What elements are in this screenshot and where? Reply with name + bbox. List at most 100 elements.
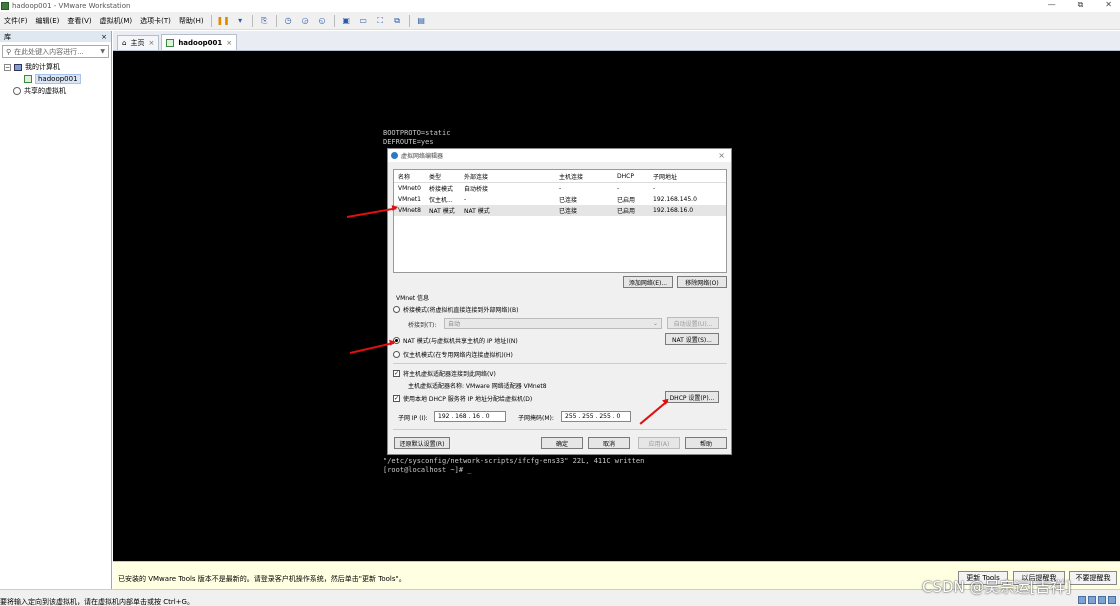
snapshot-icon[interactable]: ◷ (282, 15, 295, 27)
send-ctrl-alt-del-icon[interactable]: ⎘ (258, 15, 271, 27)
dropdown-icon[interactable]: ▾ (234, 15, 247, 27)
ok-button[interactable]: 确定 (541, 437, 583, 449)
dialog-title: 虚拟网络编辑器 (401, 153, 444, 160)
bridge-to-value: 自动 (448, 321, 461, 328)
connect-adapter-checkbox[interactable]: ✓ (393, 369, 400, 377)
vmnet-info-label: VMnet 信息 (396, 295, 430, 302)
help-button[interactable]: 帮助 (685, 437, 727, 449)
subnet-mask-label: 子网掩码(M): (518, 415, 554, 422)
library-panel: 库 × ⚲ 在此处键入内容进行... ▼ − 我的计算机 hadoop001 共… (0, 31, 112, 589)
thumbnail-bar-icon[interactable]: ▭ (357, 15, 370, 27)
toolbar-separator (408, 14, 410, 27)
hard-disk-icon[interactable] (1078, 596, 1086, 604)
tab-home[interactable]: ⌂ 主页 × (117, 35, 160, 50)
bridge-mode-label: 桥接模式(将虚拟机直接连接到外部网络)(B) (403, 306, 519, 314)
network-adapter-icon[interactable] (1088, 596, 1096, 604)
cell: 已启用 (617, 208, 636, 215)
divider (393, 363, 727, 364)
show-library-icon[interactable]: ▣ (340, 15, 353, 27)
connect-adapter-option[interactable]: ✓ 将主机虚拟适配器连接到此网络(V) (393, 367, 496, 379)
tree-item-vm[interactable]: hadoop001 (4, 73, 111, 85)
cell: VMnet1 (398, 196, 421, 203)
maximize-button[interactable]: ⧉ (1078, 0, 1084, 10)
nat-mode-option[interactable]: NAT 模式(与虚拟机共享主机的 IP 地址)(N) (393, 334, 518, 346)
cancel-button[interactable]: 取消 (588, 437, 630, 449)
library-title: 库 (4, 32, 11, 41)
auto-settings-button[interactable]: 自动设置(U)... (667, 317, 719, 329)
remove-network-button[interactable]: 移除网络(O) (677, 276, 727, 288)
close-window-button[interactable]: ✕ (1105, 0, 1112, 10)
tree-label-my-computer: 我的计算机 (25, 63, 60, 71)
menu-tabs[interactable]: 选项卡(T) (136, 16, 175, 26)
table-row[interactable]: VMnet1 仅主机... - 已连接 已启用 192.168.145.0 (394, 194, 726, 205)
vm-icon (166, 38, 175, 47)
tab-hadoop001[interactable]: hadoop001 × (161, 34, 238, 50)
menu-help[interactable]: 帮助(H) (175, 16, 208, 26)
cell: 自动桥接 (464, 186, 489, 193)
console-view-icon[interactable]: ▤ (415, 15, 428, 27)
menu-view[interactable]: 查看(V) (63, 16, 95, 26)
library-search-placeholder: 在此处键入内容进行... (14, 47, 84, 56)
bridge-mode-radio[interactable] (393, 305, 400, 313)
menu-vm[interactable]: 虚拟机(M) (96, 16, 137, 26)
chevron-down-icon[interactable]: ▼ (100, 48, 105, 55)
library-header: 库 × (0, 31, 111, 42)
tree-label-shared: 共享的虚拟机 (24, 87, 66, 95)
never-remind-button[interactable]: 不要提醒我 (1069, 571, 1117, 585)
restore-defaults-button[interactable]: 还原默认设置(R) (394, 437, 450, 449)
table-row-selected[interactable]: VMnet8 NAT 模式 NAT 模式 已连接 已启用 192.168.16.… (394, 205, 726, 216)
library-search-input[interactable]: ⚲ 在此处键入内容进行... ▼ (2, 45, 109, 58)
tab-home-close-icon[interactable]: × (148, 39, 154, 47)
divider (393, 429, 727, 430)
terminal-line: DEFROUTE=yes (383, 138, 434, 146)
subnet-mask-field[interactable]: 255 . 255 . 255 . 0 (561, 411, 631, 422)
host-only-label: 仅主机模式(在专用网络内连接虚拟机)(H) (403, 351, 513, 359)
col-host[interactable]: 主机连接 (559, 172, 617, 181)
table-row[interactable]: VMnet0 桥接模式 自动桥接 - - - (394, 183, 726, 194)
bridge-mode-option[interactable]: 桥接模式(将虚拟机直接连接到外部网络)(B) (393, 303, 518, 315)
tree-item-shared[interactable]: 共享的虚拟机 (4, 85, 111, 97)
menu-file[interactable]: 文件(F) (0, 16, 32, 26)
display-icon[interactable] (1108, 596, 1116, 604)
revert-snapshot-icon[interactable]: ◶ (299, 15, 312, 27)
virtual-network-editor-dialog: 虚拟网络编辑器 × 名称 类型 外部连接 主机连接 DHCP 子网地址 VMne… (387, 148, 732, 455)
dhcp-settings-button[interactable]: DHCP 设置(P)... (665, 391, 719, 403)
full-screen-icon[interactable]: ⛶ (374, 15, 387, 27)
add-network-button[interactable]: 添加网络(E)... (623, 276, 673, 288)
col-name[interactable]: 名称 (394, 172, 429, 181)
vm-icon (24, 75, 32, 83)
col-external[interactable]: 外部连接 (464, 172, 559, 181)
cell: 192.168.145.0 (653, 196, 697, 203)
pause-icon[interactable]: ❚❚ (216, 15, 229, 27)
terminal-bottom-text: "/etc/sysconfig/network-scripts/ifcfg-en… (383, 457, 644, 475)
apply-button[interactable]: 应用(A) (638, 437, 680, 449)
toolbar-separator (333, 14, 335, 27)
tree-label-vm: hadoop001 (35, 74, 81, 84)
usb-icon[interactable] (1098, 596, 1106, 604)
collapse-icon[interactable]: − (4, 63, 11, 71)
menu-bar: 文件(F) 编辑(E) 查看(V) 虚拟机(M) 选项卡(T) 帮助(H) ❚❚… (0, 12, 1120, 30)
snapshot-manager-icon[interactable]: ◵ (316, 15, 329, 27)
nat-settings-button[interactable]: NAT 设置(S)... (665, 333, 719, 345)
home-icon: ⌂ (122, 39, 127, 47)
dialog-close-icon[interactable]: × (718, 151, 725, 160)
col-type[interactable]: 类型 (429, 172, 464, 181)
tab-hadoop001-label: hadoop001 (178, 38, 223, 47)
bridge-to-select[interactable]: 自动 ⌄ (444, 318, 662, 329)
menu-edit[interactable]: 编辑(E) (32, 16, 64, 26)
subnet-ip-field[interactable]: 192 . 168 . 16 . 0 (434, 411, 506, 422)
use-dhcp-checkbox[interactable]: ✓ (393, 394, 400, 402)
minimize-button[interactable]: — (1048, 0, 1056, 10)
use-dhcp-option[interactable]: ✓ 使用本地 DHCP 服务将 IP 地址分配给虚拟机(D) (393, 392, 532, 404)
tree-item-my-computer[interactable]: − 我的计算机 (4, 61, 111, 73)
terminal-top-text: BOOTPROTO=static DEFROUTE=yes (383, 129, 450, 147)
col-subnet[interactable]: 子网地址 (653, 172, 713, 181)
cell: - (617, 185, 620, 192)
host-only-option[interactable]: 仅主机模式(在专用网络内连接虚拟机)(H) (393, 348, 513, 360)
col-dhcp[interactable]: DHCP (617, 173, 653, 180)
unity-icon[interactable]: ⧉ (391, 15, 404, 27)
tab-hadoop001-close-icon[interactable]: × (226, 39, 232, 47)
library-close-icon[interactable]: × (101, 33, 107, 41)
host-only-radio[interactable] (393, 350, 400, 358)
cell: 已连接 (559, 197, 578, 204)
